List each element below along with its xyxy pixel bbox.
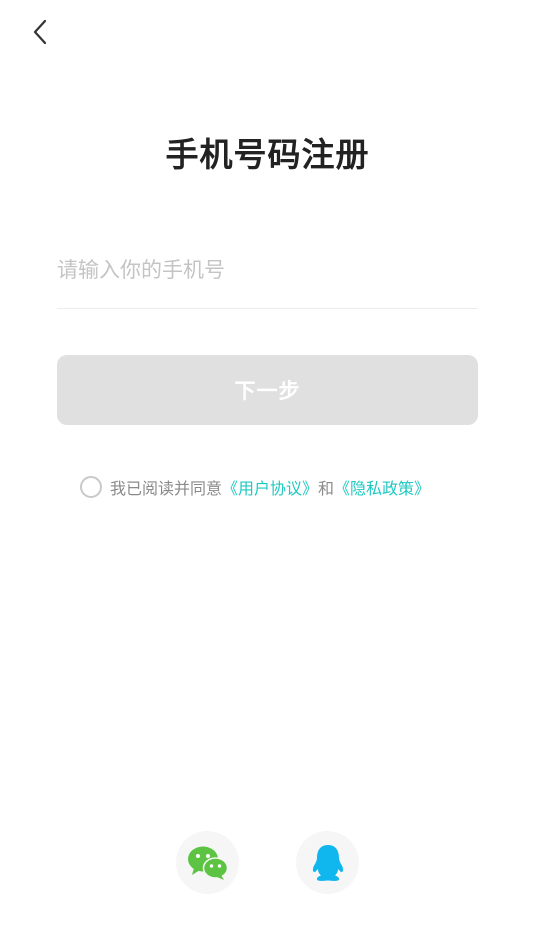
qq-icon	[312, 844, 343, 881]
page-title: 手机号码注册	[165, 135, 370, 174]
next-button[interactable]: 下一步	[57, 355, 478, 425]
phone-field	[57, 240, 478, 309]
wechat-login-button[interactable]	[176, 831, 239, 894]
privacy-policy-link[interactable]: 《隐私政策》	[334, 475, 430, 499]
agreement-row: 我已阅读并同意 《用户协议》 和 《隐私政策》	[80, 475, 430, 499]
wechat-icon	[187, 846, 228, 880]
agree-checkbox[interactable]	[80, 476, 102, 498]
agreement-conjunction: 和	[318, 479, 335, 498]
phone-input[interactable]	[57, 240, 478, 300]
register-page: 手机号码注册 下一步 我已阅读并同意 《用户协议》 和 《隐私政策》	[0, 0, 535, 951]
back-button[interactable]	[22, 14, 58, 50]
user-agreement-link[interactable]: 《用户协议》	[222, 475, 318, 499]
chevron-left-icon	[33, 19, 47, 45]
agreement-prefix: 我已阅读并同意	[110, 479, 223, 498]
qq-login-button[interactable]	[296, 831, 359, 894]
